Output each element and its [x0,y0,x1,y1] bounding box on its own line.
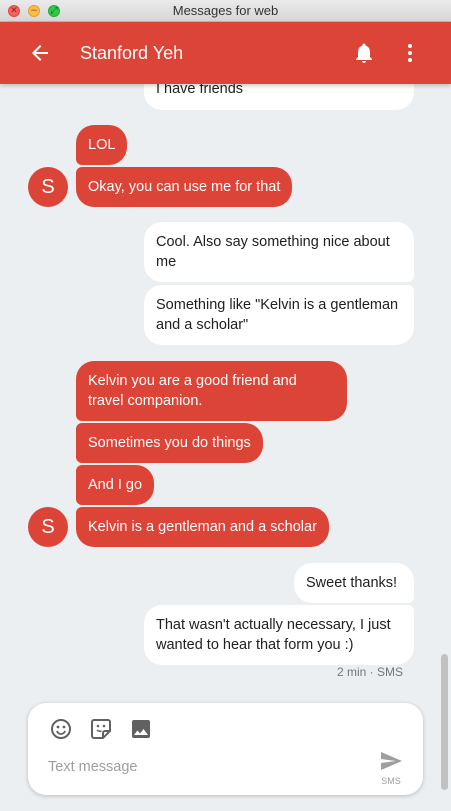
message-outgoing[interactable]: That wasn't actually necessary, I just w… [144,605,414,665]
conversation-header: Stanford Yeh [0,22,451,84]
message-input[interactable] [48,757,348,777]
back-arrow-icon [32,45,48,61]
sticker-button[interactable] [89,717,113,741]
image-icon [132,720,150,738]
message-incoming[interactable]: LOL [76,125,128,165]
more-vert-icon [408,44,412,62]
message-incoming[interactable]: Okay, you can use me for that [76,167,293,207]
window-title: Messages for web [172,3,279,18]
bell-icon [356,43,372,63]
message-outgoing[interactable]: Something like "Kelvin is a gentleman an… [144,285,414,345]
window-title-bar: ✕ − ⤢ Messages for web [0,0,451,22]
sticker-icon [91,719,111,739]
image-button[interactable] [129,717,153,741]
message-incoming[interactable]: Sometimes you do things [76,423,263,463]
back-button[interactable] [28,41,52,65]
message-status: 2 min · SMS [336,665,403,679]
message-incoming[interactable]: And I go [76,465,155,505]
send-sms-button[interactable]: SMS [376,749,406,786]
contact-avatar[interactable]: S [28,507,68,547]
compose-box: SMS [28,703,423,795]
contact-avatar[interactable]: S [28,167,68,207]
notifications-button[interactable] [352,41,376,65]
message-outgoing[interactable]: Sweet thanks! [294,563,414,603]
emoji-icon [51,719,71,739]
emoji-button[interactable] [49,717,73,741]
more-options-button[interactable] [398,41,422,65]
message-incoming[interactable]: Kelvin is a gentleman and a scholar [76,507,329,547]
contact-name[interactable]: Stanford Yeh [80,40,183,66]
scrollbar-thumb[interactable] [441,654,448,790]
message-outgoing[interactable]: Cool. Also say something nice about me [144,222,414,282]
send-type-label: SMS [381,776,401,786]
send-icon [381,752,402,770]
message-incoming[interactable]: Kelvin you are a good friend and travel … [76,361,347,421]
